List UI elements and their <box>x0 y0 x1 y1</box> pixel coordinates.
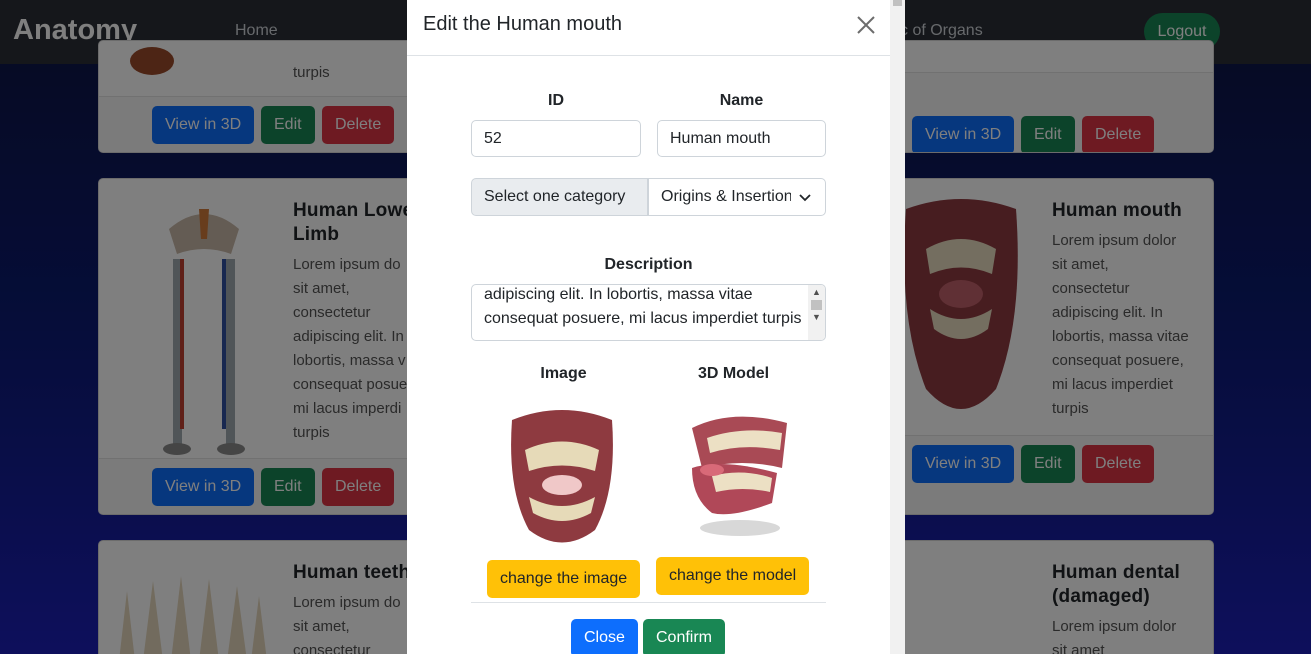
id-field[interactable] <box>471 120 641 157</box>
edit-organ-modal: Edit the Human mouth ID Name Select one … <box>407 0 890 654</box>
category-select[interactable]: Origins & Insertions <box>648 178 826 216</box>
description-text: adipiscing elit. In lobortis, massa vita… <box>484 286 802 327</box>
organ-image-preview <box>507 405 617 545</box>
modal-divider <box>471 602 826 603</box>
name-field[interactable] <box>657 120 826 157</box>
description-textarea[interactable]: adipiscing elit. In lobortis, massa vita… <box>471 284 826 341</box>
chevron-down-icon <box>799 191 811 209</box>
close-button[interactable]: Close <box>571 619 638 654</box>
change-image-button[interactable]: change the image <box>487 560 641 598</box>
modal-scrollbar[interactable] <box>890 0 905 654</box>
name-label: Name <box>719 92 764 109</box>
scroll-thumb[interactable] <box>811 300 822 310</box>
textarea-scrollbar[interactable]: ▲ ▼ <box>808 285 825 340</box>
description-label: Description <box>604 256 693 273</box>
modal-scroll-thumb[interactable] <box>893 0 902 6</box>
scroll-up-icon[interactable]: ▲ <box>812 288 821 297</box>
id-label: ID <box>548 92 564 109</box>
scroll-down-icon[interactable]: ▼ <box>812 313 821 322</box>
modal-header: Edit the Human mouth <box>407 0 890 56</box>
category-selected-value: Origins & Insertions <box>661 188 791 205</box>
organ-3d-model-preview <box>682 408 797 543</box>
modal-title: Edit the Human mouth <box>423 13 622 35</box>
confirm-button[interactable]: Confirm <box>643 619 726 654</box>
close-icon[interactable] <box>853 12 879 38</box>
change-model-button[interactable]: change the model <box>656 557 810 595</box>
model-label: 3D Model <box>697 365 770 382</box>
category-select-label: Select one category <box>471 178 648 216</box>
image-label: Image <box>540 365 587 382</box>
